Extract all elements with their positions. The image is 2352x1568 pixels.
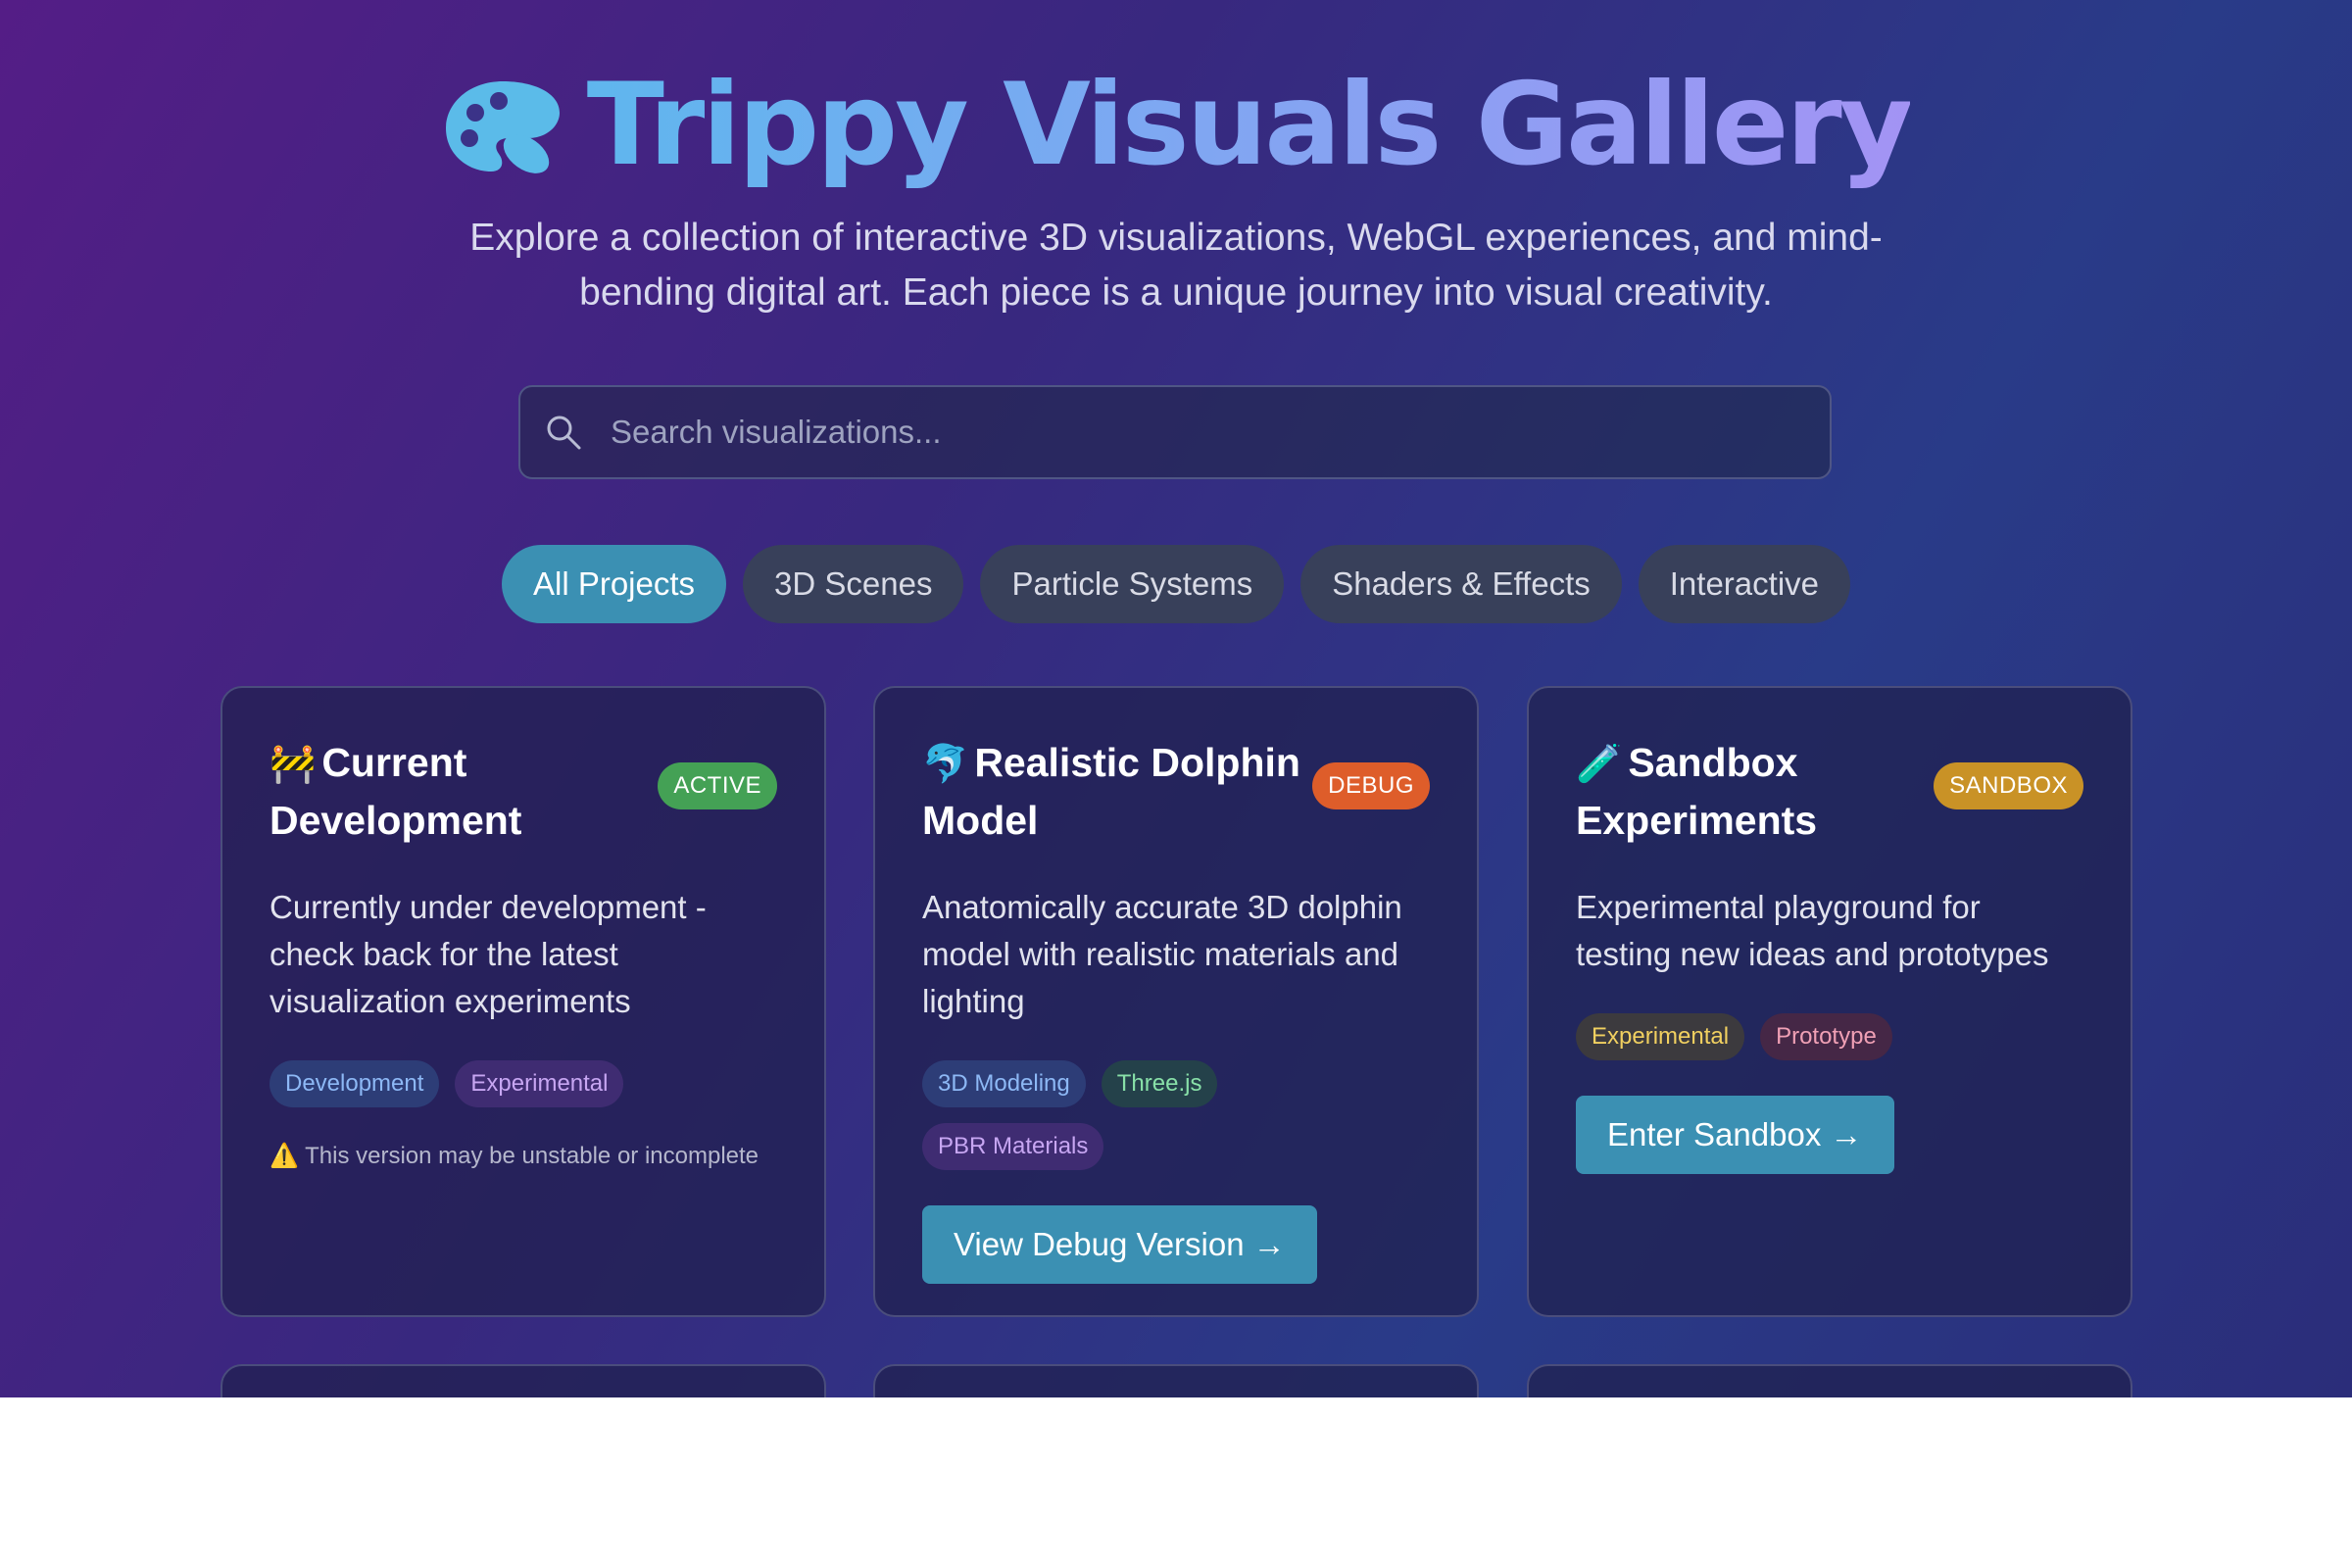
- filter-interactive[interactable]: Interactive: [1638, 545, 1851, 623]
- dolphin-icon: 🐬: [922, 744, 969, 785]
- search-icon: [547, 416, 581, 450]
- page-title: Trippy Visuals Gallery: [587, 57, 1914, 194]
- project-card-dolphin-model[interactable]: 🐬 Realistic Dolphin Model DEBUG Anatomica…: [873, 686, 1479, 1317]
- warning-icon: ⚠️: [270, 1143, 299, 1169]
- filter-all-projects[interactable]: All Projects: [501, 545, 727, 623]
- construction-icon: 🚧: [270, 744, 317, 785]
- card-title: 🚧 Current Development: [270, 740, 522, 843]
- tag-list: 3D Modeling Three.js PBR Materials: [922, 1060, 1334, 1170]
- tag: Development: [270, 1060, 440, 1107]
- status-badge: DEBUG: [1312, 762, 1430, 809]
- tag: Experimental: [1576, 1013, 1745, 1060]
- filter-shaders-effects[interactable]: Shaders & Effects: [1300, 545, 1622, 623]
- card-title: 🧪 Sandbox Experiments: [1576, 740, 1818, 843]
- status-badge: SANDBOX: [1934, 762, 2083, 809]
- card-description: Currently under development - check back…: [270, 889, 707, 1019]
- card-header: 🚧 Current Development ACTIVE: [270, 735, 777, 849]
- card-description: Anatomically accurate 3D dolphin model w…: [922, 889, 1402, 1019]
- card-description: Experimental playground for testing new …: [1576, 889, 2049, 972]
- enter-sandbox-button[interactable]: Enter Sandbox →: [1576, 1096, 1894, 1174]
- project-card-sandbox[interactable]: 🧪 Sandbox Experiments SANDBOX Experimenta…: [1527, 686, 2132, 1317]
- warning-note: ⚠️ This version may be unstable or incom…: [270, 1141, 777, 1172]
- search-input[interactable]: [609, 413, 1788, 452]
- filter-bar: All Projects 3D Scenes Particle Systems …: [0, 545, 2352, 623]
- tag: 3D Modeling: [922, 1060, 1086, 1107]
- project-card[interactable]: [1527, 1364, 2132, 1397]
- tag-list: Development Experimental: [270, 1060, 777, 1107]
- filter-3d-scenes[interactable]: 3D Scenes: [743, 545, 964, 623]
- status-badge: ACTIVE: [658, 762, 777, 809]
- tag: PBR Materials: [922, 1123, 1104, 1170]
- palette-icon: [445, 81, 560, 173]
- card-header: 🐬 Realistic Dolphin Model DEBUG: [922, 735, 1430, 849]
- gallery-page: Trippy Visuals Gallery Explore a collect…: [0, 0, 2352, 1397]
- tag-list: Experimental Prototype: [1576, 1013, 2083, 1060]
- view-debug-button[interactable]: View Debug Version →: [922, 1205, 1317, 1284]
- project-card[interactable]: [220, 1364, 826, 1397]
- card-title: 🐬 Realistic Dolphin Model: [922, 740, 1300, 843]
- warning-text: This version may be unstable or incomple…: [305, 1143, 760, 1169]
- project-card-current-development[interactable]: 🚧 Current Development ACTIVE Currently un…: [220, 686, 826, 1317]
- test-tube-icon: 🧪: [1576, 744, 1623, 785]
- tag: Prototype: [1760, 1013, 1892, 1060]
- search-bar[interactable]: [518, 385, 1832, 479]
- page-header: Trippy Visuals Gallery: [0, 57, 2352, 194]
- tag: Experimental: [455, 1060, 624, 1107]
- page-subtitle: Explore a collection of interactive 3D v…: [469, 217, 1883, 314]
- card-header: 🧪 Sandbox Experiments SANDBOX: [1576, 735, 2083, 849]
- tag: Three.js: [1101, 1060, 1218, 1107]
- project-card[interactable]: [873, 1364, 1479, 1397]
- filter-particle-systems[interactable]: Particle Systems: [980, 545, 1285, 623]
